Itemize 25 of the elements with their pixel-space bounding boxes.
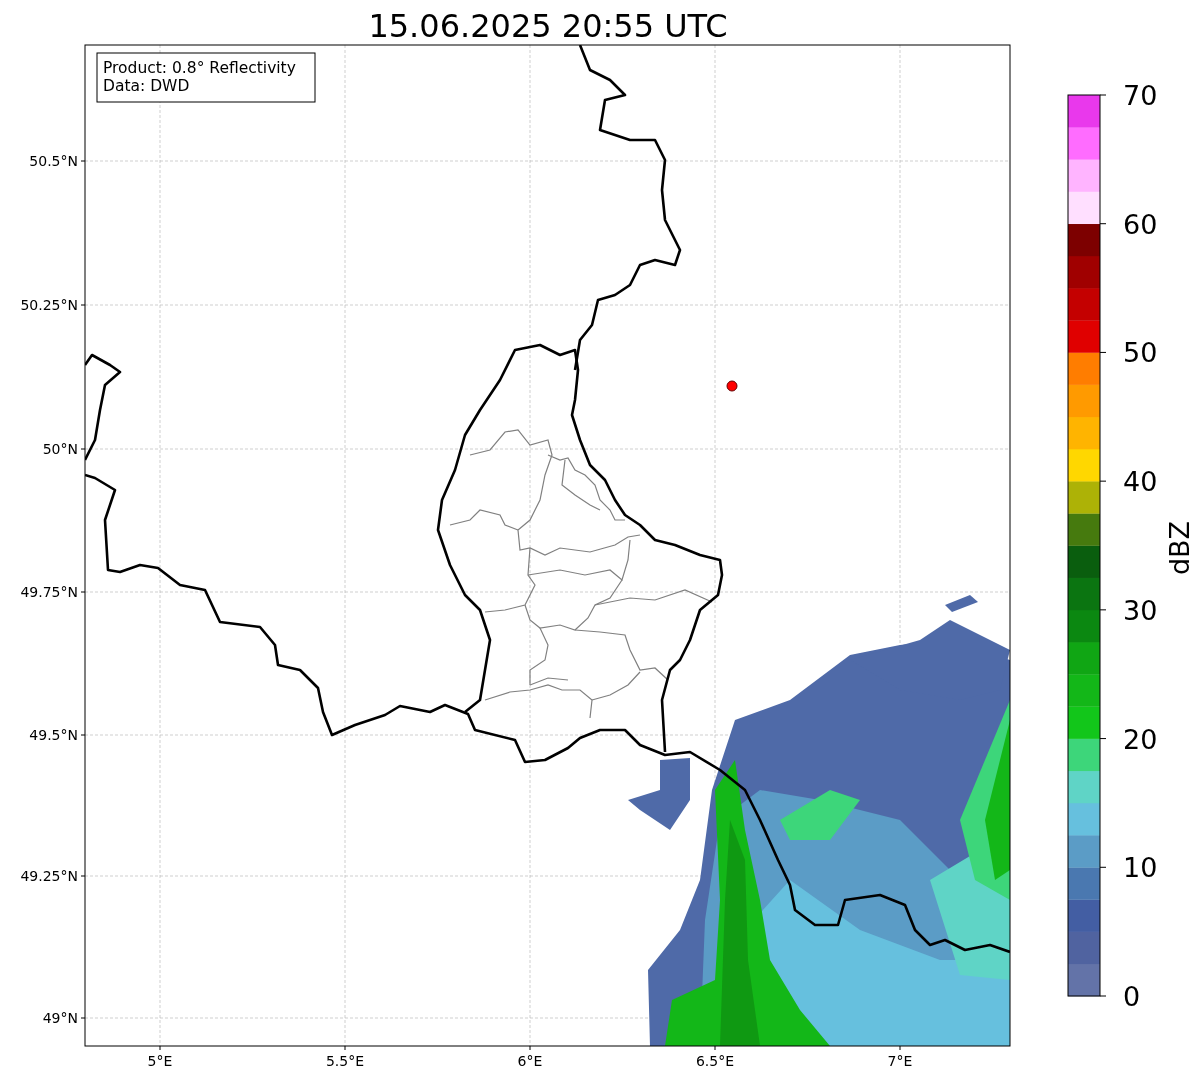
x-tick-label: 6.5°E — [695, 1053, 735, 1069]
x-tick-label: 6°E — [517, 1053, 543, 1069]
info-text: Product: 0.8° Reflectivity — [103, 59, 296, 77]
colorbar-tick-label: 0 — [1123, 981, 1141, 1012]
chart-title: 15.06.2025 20:55 UTC — [368, 7, 728, 45]
colorbar-tick-label: 30 — [1123, 594, 1158, 626]
colorbar-tick-label: 40 — [1123, 466, 1158, 498]
colorbar-tick-label: 60 — [1123, 208, 1158, 240]
radar-site-marker — [726, 380, 738, 392]
y-tick-label: 49.25°N — [20, 868, 78, 884]
y-tick-label: 50.25°N — [20, 297, 78, 313]
x-tick-label: 5°E — [147, 1053, 173, 1069]
y-tick-label: 49.5°N — [29, 727, 78, 743]
x-tick-label: 5.5°E — [325, 1053, 365, 1069]
y-tick-label: 50.5°N — [29, 153, 78, 169]
y-tick-label: 49°N — [42, 1010, 78, 1026]
colorbar-tick-label: 50 — [1123, 337, 1158, 369]
colorbar-tick-label: 10 — [1123, 852, 1158, 884]
x-tick-label: 7°E — [887, 1053, 913, 1069]
info-text: Data: DWD — [103, 77, 190, 95]
colorbar-tick-label: 70 — [1123, 80, 1158, 111]
colorbar-tick-label: 20 — [1123, 723, 1158, 755]
y-tick-label: 49.75°N — [20, 584, 78, 600]
y-tick-label: 50°N — [42, 441, 78, 457]
colorbar-label: dBZ — [1164, 520, 1195, 576]
